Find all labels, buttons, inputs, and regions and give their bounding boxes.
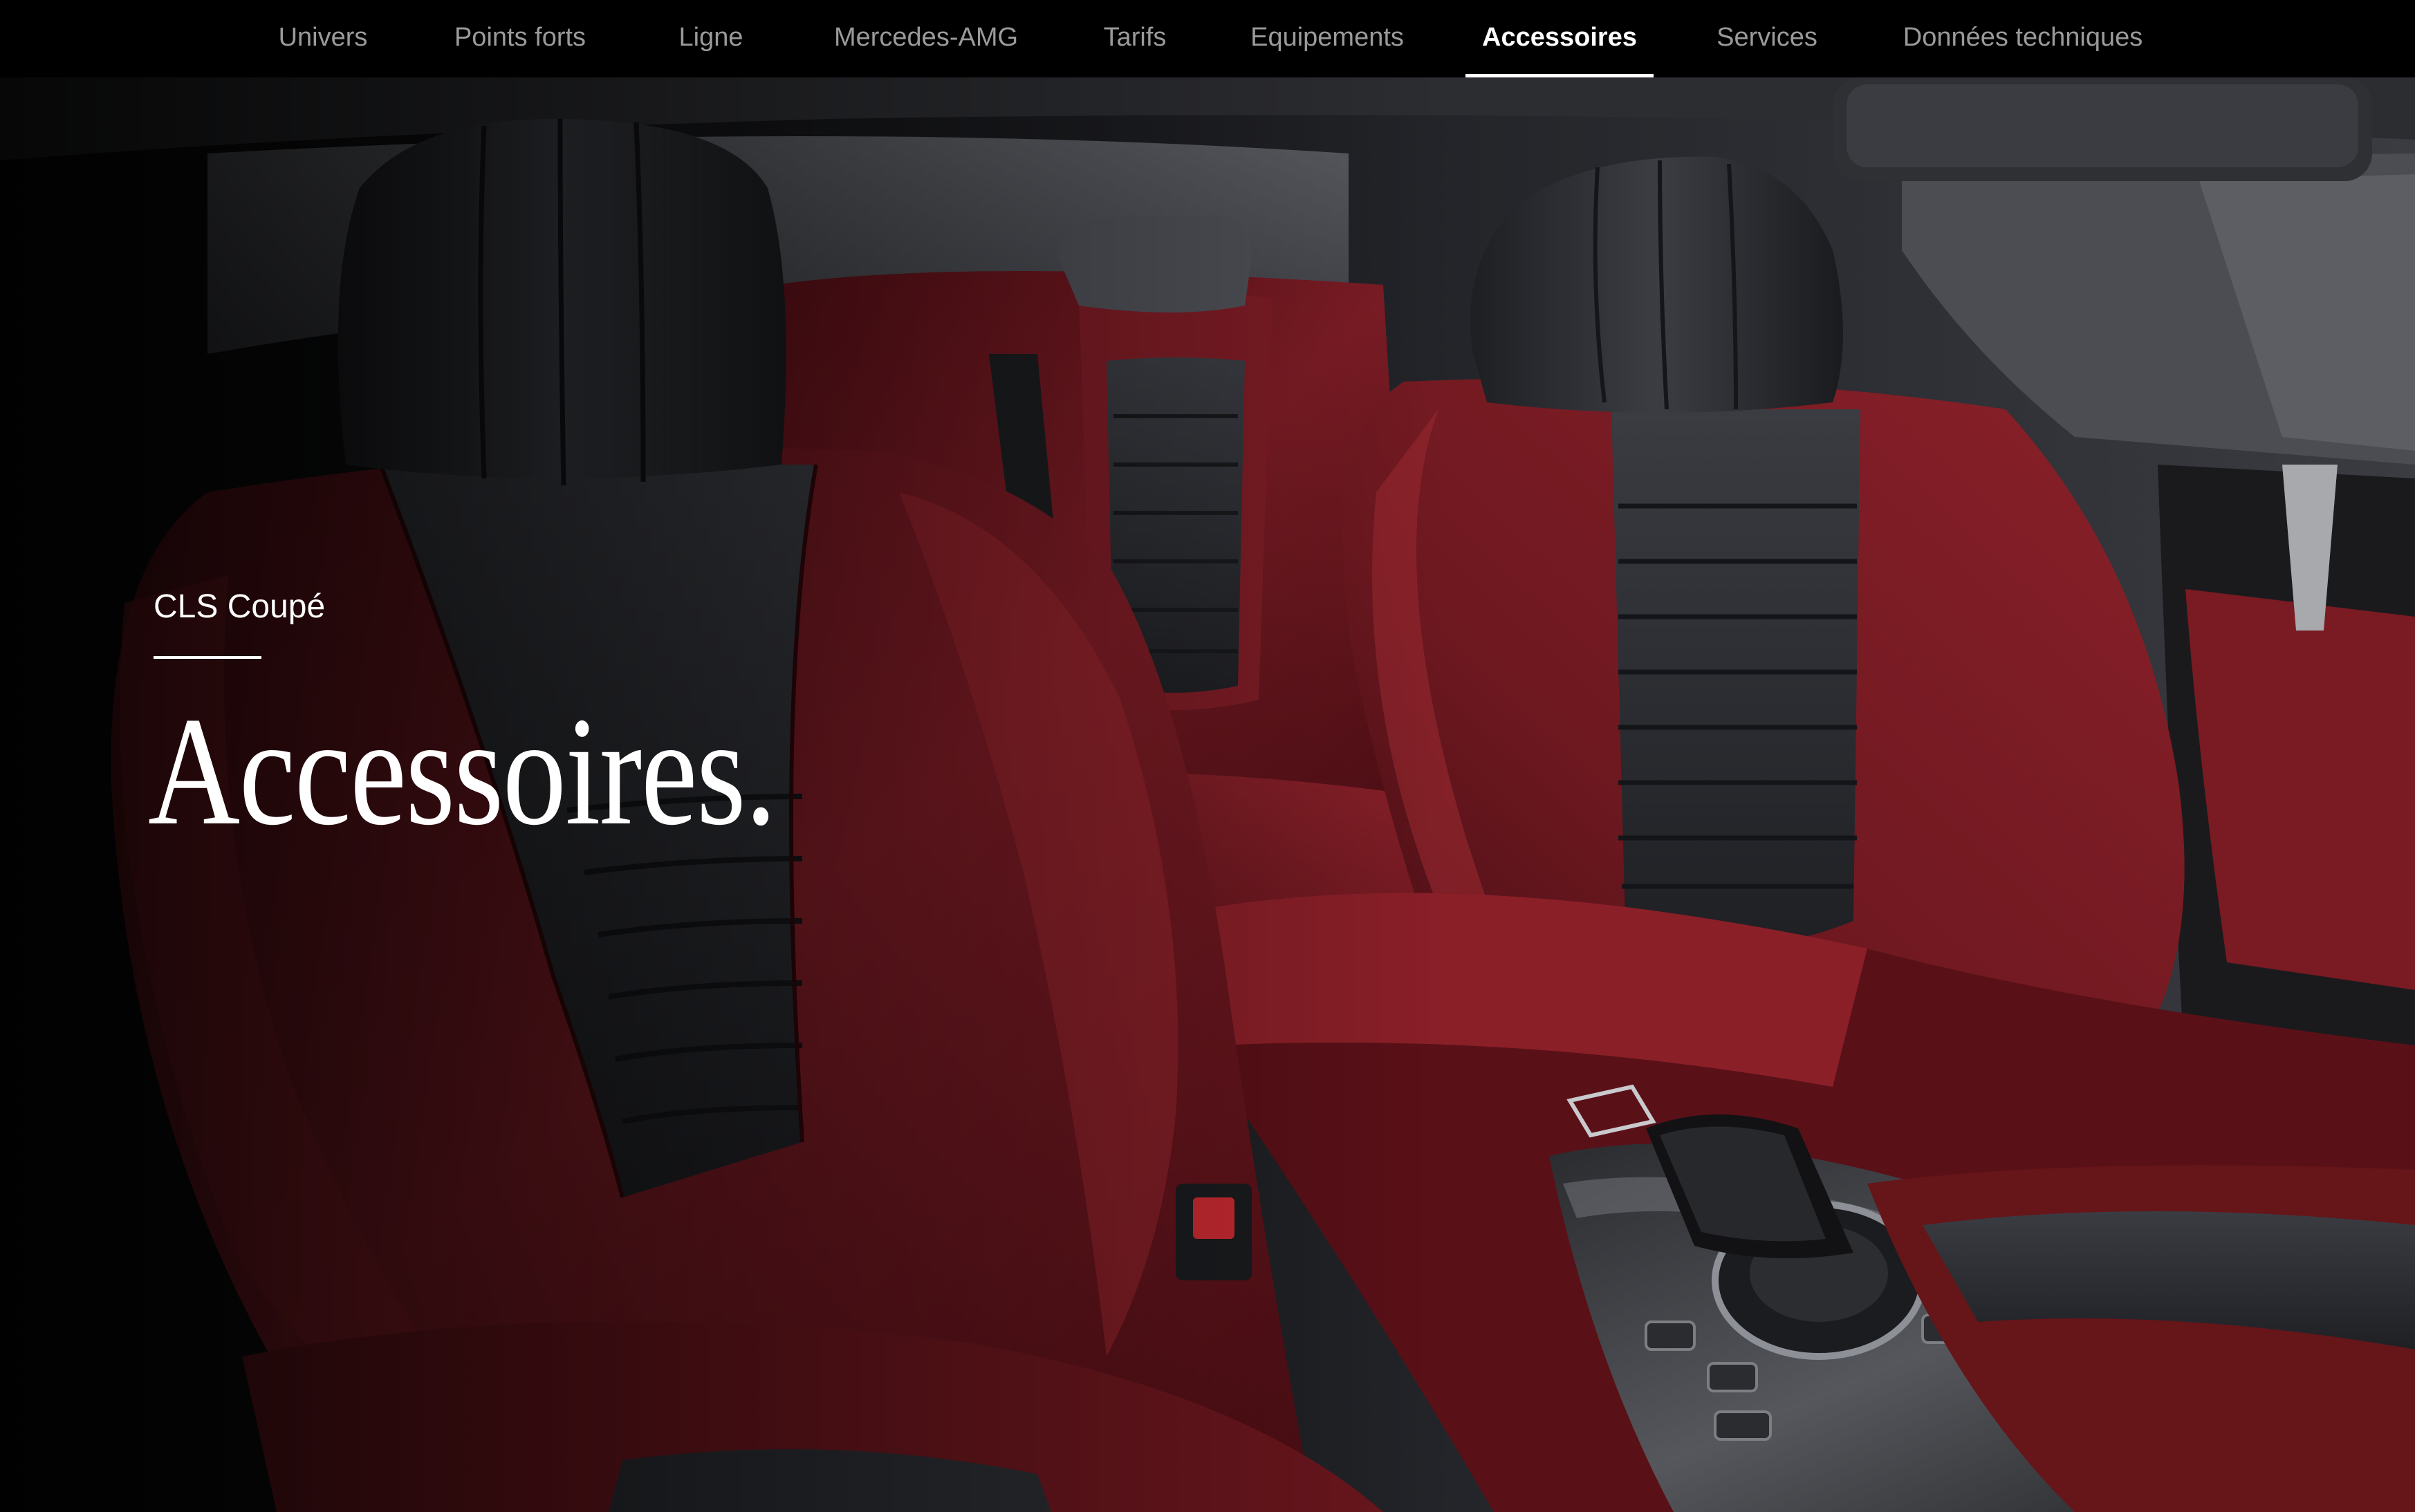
nav-item-univers[interactable]: Univers	[279, 0, 368, 77]
nav-item-accessoires[interactable]: Accessoires	[1465, 0, 1654, 77]
nav-item-donnees-techniques[interactable]: Données techniques	[1903, 0, 2143, 77]
nav-item-ligne[interactable]: Ligne	[679, 0, 743, 77]
model-name-underline	[154, 656, 261, 659]
model-name: CLS Coupé	[154, 588, 326, 625]
nav-item-services[interactable]: Services	[1717, 0, 1817, 77]
nav-item-mercedes-amg[interactable]: Mercedes-AMG	[834, 0, 1018, 77]
nav-item-equipements[interactable]: Equipements	[1250, 0, 1404, 77]
nav-item-points-forts[interactable]: Points forts	[454, 0, 586, 77]
top-navigation: Univers Points forts Ligne Mercedes-AMG …	[0, 0, 2415, 77]
nav-item-tarifs[interactable]: Tarifs	[1104, 0, 1167, 77]
page-heading: Accessoires.	[148, 684, 777, 857]
